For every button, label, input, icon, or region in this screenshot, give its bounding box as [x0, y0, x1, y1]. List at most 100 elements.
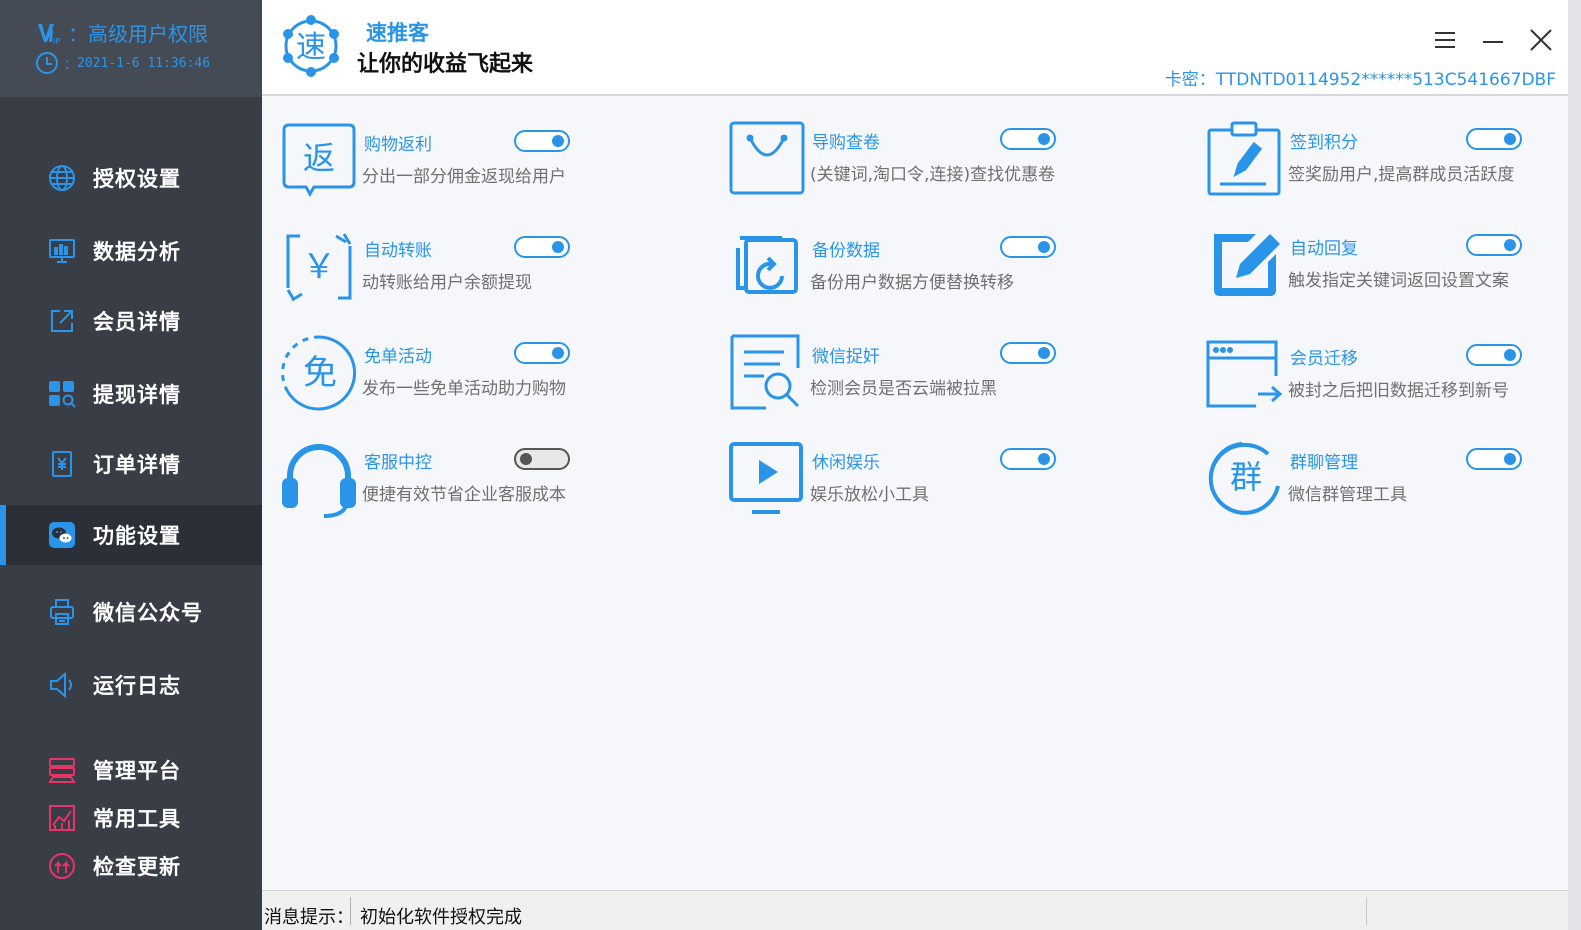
app-logo-icon: 速 [278, 12, 344, 78]
rebate-char: 返 [303, 139, 335, 177]
toggle-knob [1038, 347, 1050, 359]
nav-label: 会员详情 [93, 310, 181, 334]
nav-item-member-details[interactable]: 会员详情 [0, 291, 262, 351]
nav-item-withdraw-details[interactable]: 提现详情 [0, 364, 262, 424]
nav-item-run-log[interactable]: 运行日志 [0, 655, 262, 715]
minimize-icon [1483, 41, 1503, 43]
clock-icon [36, 52, 58, 74]
receipt-icon [47, 449, 77, 479]
upload-circle-icon [47, 851, 77, 881]
toggle-knob [1504, 349, 1516, 361]
rebate-icon: 返 [280, 122, 358, 200]
nav-item-order-details[interactable]: 订单详情 [0, 434, 262, 494]
menu-icon [1435, 32, 1455, 48]
sidebar: IP ：高级用户权限 ： 2021-1-6 11:36:46 授权设置 数据分析… [0, 0, 262, 930]
nav-label: 数据分析 [93, 240, 181, 264]
nav-item-check-update[interactable]: 检查更新 [0, 836, 262, 896]
feature-checkin-points: 签到积分 签奖励用户,提高群成员活跃度 [1206, 120, 1581, 210]
feature-customer-service: 客服中控 便捷有效节省企业客服成本 [280, 440, 660, 530]
nav-label: 检查更新 [93, 855, 181, 879]
printer-icon [47, 597, 77, 627]
feature-desc: 分出一部分佣金返现给用户 [362, 167, 566, 187]
feature-toggle[interactable] [1000, 236, 1056, 258]
external-link-icon [47, 306, 77, 336]
feature-title: 导购查卷 [812, 133, 880, 153]
window-export-icon [1206, 336, 1284, 414]
feature-desc: 便捷有效节省企业客服成本 [362, 485, 566, 505]
transfer-yuan-icon: ￥ [280, 228, 358, 306]
vip-time-prefix: ： [64, 57, 78, 73]
nav-item-wechat-official[interactable]: 微信公众号 [0, 582, 262, 642]
feature-title: 签到积分 [1290, 133, 1358, 153]
shopping-bag-icon [728, 120, 806, 198]
toggle-knob [1504, 453, 1516, 465]
nav-item-auth-settings[interactable]: 授权设置 [0, 148, 262, 208]
feature-toggle[interactable] [1466, 128, 1522, 150]
window-edge [1568, 0, 1581, 930]
logo-char: 速 [296, 30, 326, 65]
backup-icon [728, 228, 806, 306]
feature-desc: 签奖励用户,提高群成员活跃度 [1288, 165, 1515, 185]
feature-desc: 检测会员是否云端被拉黑 [810, 379, 997, 399]
feature-toggle[interactable] [1466, 344, 1522, 366]
toggle-knob [1038, 453, 1050, 465]
transfer-char: ￥ [302, 247, 336, 287]
feature-desc: 备份用户数据方便替换转移 [810, 273, 1014, 293]
feature-title: 群聊管理 [1290, 453, 1358, 473]
feature-toggle[interactable] [1000, 342, 1056, 364]
close-button[interactable] [1526, 26, 1556, 54]
feature-toggle[interactable] [514, 448, 570, 470]
feature-auto-reply: 自动回复 触发指定关键词返回设置文案 [1206, 226, 1581, 316]
menu-button[interactable] [1430, 26, 1460, 54]
nav-item-feature-settings[interactable]: 功能设置 [0, 505, 262, 565]
feature-toggle[interactable] [514, 130, 570, 152]
svg-text:IP: IP [53, 37, 60, 46]
nav-label: 授权设置 [93, 167, 181, 191]
toggle-knob [1038, 241, 1050, 253]
globe-icon [47, 163, 77, 193]
feature-leisure-entertainment: 休闲娱乐 娱乐放松小工具 [728, 440, 1108, 530]
feature-desc: 触发指定关键词返回设置文案 [1288, 271, 1509, 291]
headset-icon [280, 440, 358, 518]
status-bar: 消息提示： 初始化软件授权完成 [262, 890, 1568, 930]
feature-toggle[interactable] [1000, 128, 1056, 150]
feature-auto-transfer: ￥ 自动转账 动转账给用户余额提现 [280, 228, 660, 318]
toggle-knob [552, 135, 564, 147]
nav-item-data-analysis[interactable]: 数据分析 [0, 221, 262, 281]
edit-icon [1206, 226, 1284, 304]
feature-toggle[interactable] [514, 342, 570, 364]
feature-backup-data: 备份数据 备份用户数据方便替换转移 [728, 228, 1108, 318]
server-icon [47, 755, 77, 785]
feature-shopping-rebate: 返 购物返利 分出一部分佣金返现给用户 [280, 122, 660, 212]
nav-label: 微信公众号 [93, 601, 203, 625]
feature-desc: 发布一些免单活动助力购物 [362, 379, 566, 399]
toggle-knob [552, 347, 564, 359]
speaker-icon [47, 670, 77, 700]
feature-toggle[interactable] [514, 236, 570, 258]
vip-panel: IP ：高级用户权限 ： 2021-1-6 11:36:46 [0, 0, 262, 97]
feature-title: 客服中控 [364, 453, 432, 473]
feature-wechat-check: 微信捉奸 检测会员是否云端被拉黑 [728, 334, 1108, 424]
app-slogan: 让你的收益飞起来 [357, 52, 534, 77]
feature-title: 微信捉奸 [812, 347, 880, 367]
feature-toggle[interactable] [1466, 234, 1522, 256]
toggle-knob [520, 453, 532, 465]
feature-title: 自动回复 [1290, 239, 1358, 259]
feature-group-management: 群 群聊管理 微信群管理工具 [1206, 440, 1581, 530]
toggle-knob [1038, 133, 1050, 145]
status-divider [350, 897, 351, 925]
video-monitor-icon [728, 440, 806, 518]
feature-free-order: 免 免单活动 发布一些免单活动助力购物 [280, 334, 660, 424]
feature-desc: 动转账给用户余额提现 [362, 273, 532, 293]
group-circle-icon: 群 [1206, 440, 1284, 518]
feature-toggle[interactable] [1466, 448, 1522, 470]
feature-desc: 被封之后把旧数据迁移到新号 [1288, 381, 1509, 401]
toggle-knob [1504, 239, 1516, 251]
feature-desc: 娱乐放松小工具 [810, 485, 929, 505]
feature-desc: 微信群管理工具 [1288, 485, 1407, 505]
nav-label: 常用工具 [93, 807, 181, 831]
minimize-button[interactable] [1478, 26, 1508, 54]
status-message: 初始化软件授权完成 [360, 907, 522, 928]
status-label: 消息提示： [264, 907, 354, 928]
feature-toggle[interactable] [1000, 448, 1056, 470]
